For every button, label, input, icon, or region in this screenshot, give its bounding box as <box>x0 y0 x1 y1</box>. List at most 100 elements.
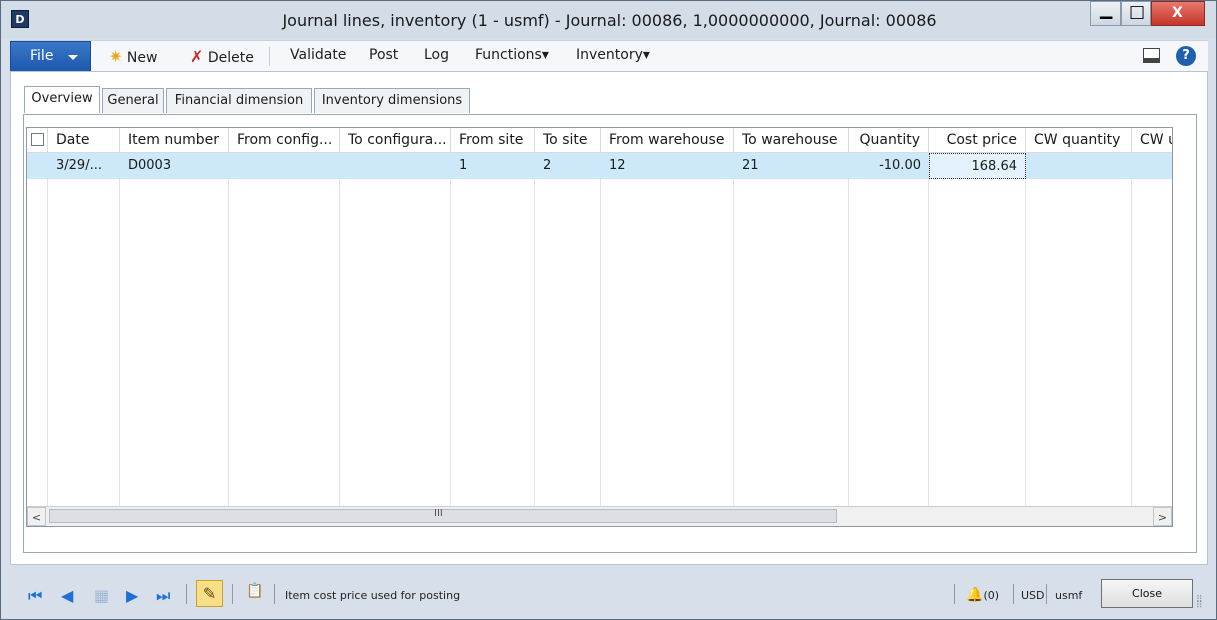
close-button[interactable]: Close <box>1101 579 1193 608</box>
action-pane: File ✷ New ✗ Delete Validate Post Log Fu… <box>10 40 1208 73</box>
cell-to-config[interactable] <box>340 153 451 179</box>
status-separator <box>954 584 955 604</box>
scroll-right-button[interactable]: > <box>1153 507 1172 526</box>
attachments-icon[interactable]: 📋 <box>246 583 263 599</box>
column-divider <box>339 153 340 506</box>
column-header-quantity[interactable]: Quantity <box>849 128 929 153</box>
last-record-icon[interactable]: ⏭ <box>156 586 170 606</box>
file-menu-button[interactable]: File <box>10 41 91 72</box>
column-divider <box>848 153 849 506</box>
status-separator <box>1013 584 1014 604</box>
cell-item-number[interactable]: D0003 <box>120 153 229 179</box>
new-button[interactable]: ✷ New <box>109 47 157 66</box>
cell-from-config[interactable] <box>229 153 340 179</box>
bell-icon: 🔔 <box>966 587 984 603</box>
minimize-button[interactable]: ▁ <box>1090 0 1121 26</box>
column-header-from-site[interactable]: From site <box>451 128 535 153</box>
functions-label: Functions <box>475 47 542 63</box>
select-all-checkbox[interactable] <box>31 133 44 146</box>
new-label: New <box>126 50 158 66</box>
column-header-item-number[interactable]: Item number <box>120 128 229 153</box>
file-menu-label: File <box>30 48 54 64</box>
column-header-to-config[interactable]: To configura... <box>340 128 451 153</box>
column-divider <box>228 153 229 506</box>
currency-indicator[interactable]: USD <box>1021 589 1045 602</box>
chevron-down-icon: ▾ <box>642 47 650 63</box>
column-header-cw-unit[interactable]: CW u <box>1132 128 1172 153</box>
column-divider <box>1025 153 1026 506</box>
column-divider <box>534 153 535 506</box>
chevron-down-icon <box>68 55 78 60</box>
chevron-down-icon: ▾ <box>541 47 549 63</box>
next-record-icon[interactable]: ▶ <box>126 586 138 605</box>
first-record-icon[interactable]: ⏮ <box>28 586 42 606</box>
maximize-button[interactable]: □ <box>1121 1 1151 26</box>
resize-grip-icon[interactable]: ⠿ ⠿ <box>1196 596 1203 611</box>
functions-menu[interactable]: Functions▾ <box>475 47 549 63</box>
window: D Journal lines, inventory (1 - usmf) - … <box>0 0 1217 620</box>
tab-inventory-dimensions[interactable]: Inventory dimensions <box>314 88 470 113</box>
post-button[interactable]: Post <box>369 47 398 63</box>
column-header-date[interactable]: Date <box>48 128 120 153</box>
horizontal-scrollbar[interactable]: < III > <box>27 506 1172 526</box>
cell-date[interactable]: 3/29/... <box>48 153 120 179</box>
column-divider <box>733 153 734 506</box>
cell-cost-price[interactable]: 168.64 <box>929 153 1026 179</box>
close-icon: X <box>1172 5 1183 21</box>
inventory-label: Inventory <box>576 47 643 63</box>
panel-toggle-icon[interactable] <box>1143 48 1160 63</box>
notifications-button[interactable]: 🔔(0) <box>966 584 999 603</box>
delete-label: Delete <box>207 50 254 66</box>
cell-quantity[interactable]: -10.00 <box>849 153 929 179</box>
column-divider <box>119 153 120 506</box>
previous-record-icon[interactable]: ◀ <box>61 586 73 605</box>
help-icon[interactable]: ? <box>1176 46 1196 66</box>
status-separator <box>274 584 275 604</box>
status-bar: ⏮ ◀ ▦ ▶ ⏭ ✎ 📋 Item cost price used for p… <box>10 572 1208 615</box>
delete-button[interactable]: ✗ Delete <box>190 47 254 66</box>
new-icon: ✷ <box>109 47 123 66</box>
column-divider <box>1131 153 1132 506</box>
log-button[interactable]: Log <box>424 47 449 63</box>
column-header-from-warehouse[interactable]: From warehouse <box>601 128 734 153</box>
column-divider <box>450 153 451 506</box>
close-window-button[interactable]: X <box>1151 1 1205 26</box>
column-header-to-site[interactable]: To site <box>535 128 601 153</box>
company-indicator[interactable]: usmf <box>1055 589 1082 602</box>
cell-cw-quantity[interactable] <box>1026 153 1132 179</box>
notification-count: (0) <box>983 589 1000 602</box>
cell-cw-unit[interactable] <box>1132 153 1172 179</box>
tab-general[interactable]: General <box>102 88 164 113</box>
column-divider <box>47 153 48 506</box>
select-all-header <box>27 128 48 153</box>
menu-separator <box>269 47 270 66</box>
cell-to-warehouse[interactable]: 21 <box>734 153 849 179</box>
column-header-cw-quantity[interactable]: CW quantity <box>1026 128 1132 153</box>
column-header-from-config[interactable]: From config... <box>229 128 340 153</box>
tab-overview[interactable]: Overview <box>24 86 100 113</box>
tab-financial-dimension[interactable]: Financial dimension <box>166 88 312 113</box>
scrollbar-grip-icon: III <box>434 508 443 519</box>
status-separator <box>1046 584 1047 604</box>
status-message: Item cost price used for posting <box>285 589 461 602</box>
status-separator <box>232 584 233 604</box>
cell-from-warehouse[interactable]: 12 <box>601 153 734 179</box>
scroll-left-button[interactable]: < <box>27 507 46 526</box>
delete-icon: ✗ <box>190 47 204 66</box>
inventory-menu[interactable]: Inventory▾ <box>576 47 650 63</box>
scrollbar-thumb[interactable]: III <box>49 508 837 523</box>
column-header-to-warehouse[interactable]: To warehouse <box>734 128 849 153</box>
journal-lines-grid[interactable]: Date Item number From config... To confi… <box>26 127 1173 527</box>
pencil-icon: ✎ <box>202 584 217 603</box>
content-area: Overview General Financial dimension Inv… <box>10 71 1208 565</box>
edit-mode-button[interactable]: ✎ <box>196 580 223 607</box>
cell-to-site[interactable]: 2 <box>535 153 601 179</box>
validate-button[interactable]: Validate <box>290 47 346 63</box>
grid-view-icon[interactable]: ▦ <box>94 586 109 605</box>
column-header-cost-price[interactable]: Cost price <box>929 128 1026 153</box>
column-divider <box>600 153 601 506</box>
status-separator <box>186 584 187 604</box>
column-divider <box>928 153 929 506</box>
cell-from-site[interactable]: 1 <box>451 153 535 179</box>
window-title: Journal lines, inventory (1 - usmf) - Jo… <box>282 11 937 30</box>
